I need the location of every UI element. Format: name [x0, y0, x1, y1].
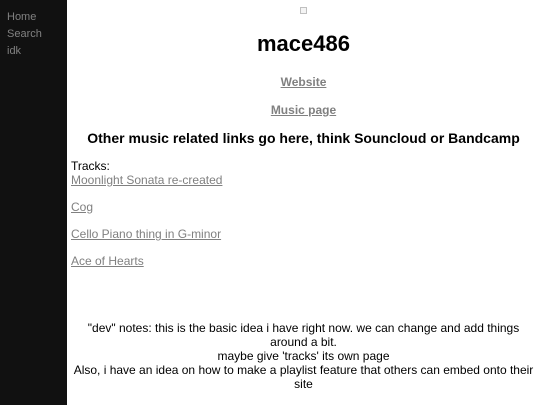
website-link[interactable]: Website — [67, 75, 540, 89]
dev-notes-line: "dev" notes: this is the basic idea i ha… — [87, 321, 520, 349]
sidebar-item-idk[interactable]: idk — [0, 43, 67, 60]
track-link-moonlight-sonata[interactable]: Moonlight Sonata re-created — [71, 173, 222, 187]
track-link-cog[interactable]: Cog — [71, 200, 93, 214]
dev-notes-line: Also, i have an idea on how to make a pl… — [73, 363, 534, 391]
music-page-link[interactable]: Music page — [67, 103, 540, 117]
page-title: mace486 — [257, 31, 350, 56]
track-link-ace-of-hearts[interactable]: Ace of Hearts — [71, 254, 144, 268]
dev-notes: "dev" notes: this is the basic idea i ha… — [69, 321, 538, 391]
sidebar-item-home[interactable]: Home — [0, 9, 67, 26]
broken-image-icon — [300, 7, 307, 14]
sidebar-nav: Home Search idk — [0, 0, 67, 405]
track-link-cello-piano[interactable]: Cello Piano thing in G-minor — [71, 227, 221, 241]
sidebar-item-search[interactable]: Search — [0, 26, 67, 43]
main-content: mace486 Website Music page Other music r… — [67, 0, 540, 405]
tracks-label: Tracks: — [71, 159, 110, 173]
dev-notes-line: maybe give 'tracks' its own page — [217, 349, 390, 363]
music-links-heading: Other music related links go here, think… — [87, 130, 520, 146]
